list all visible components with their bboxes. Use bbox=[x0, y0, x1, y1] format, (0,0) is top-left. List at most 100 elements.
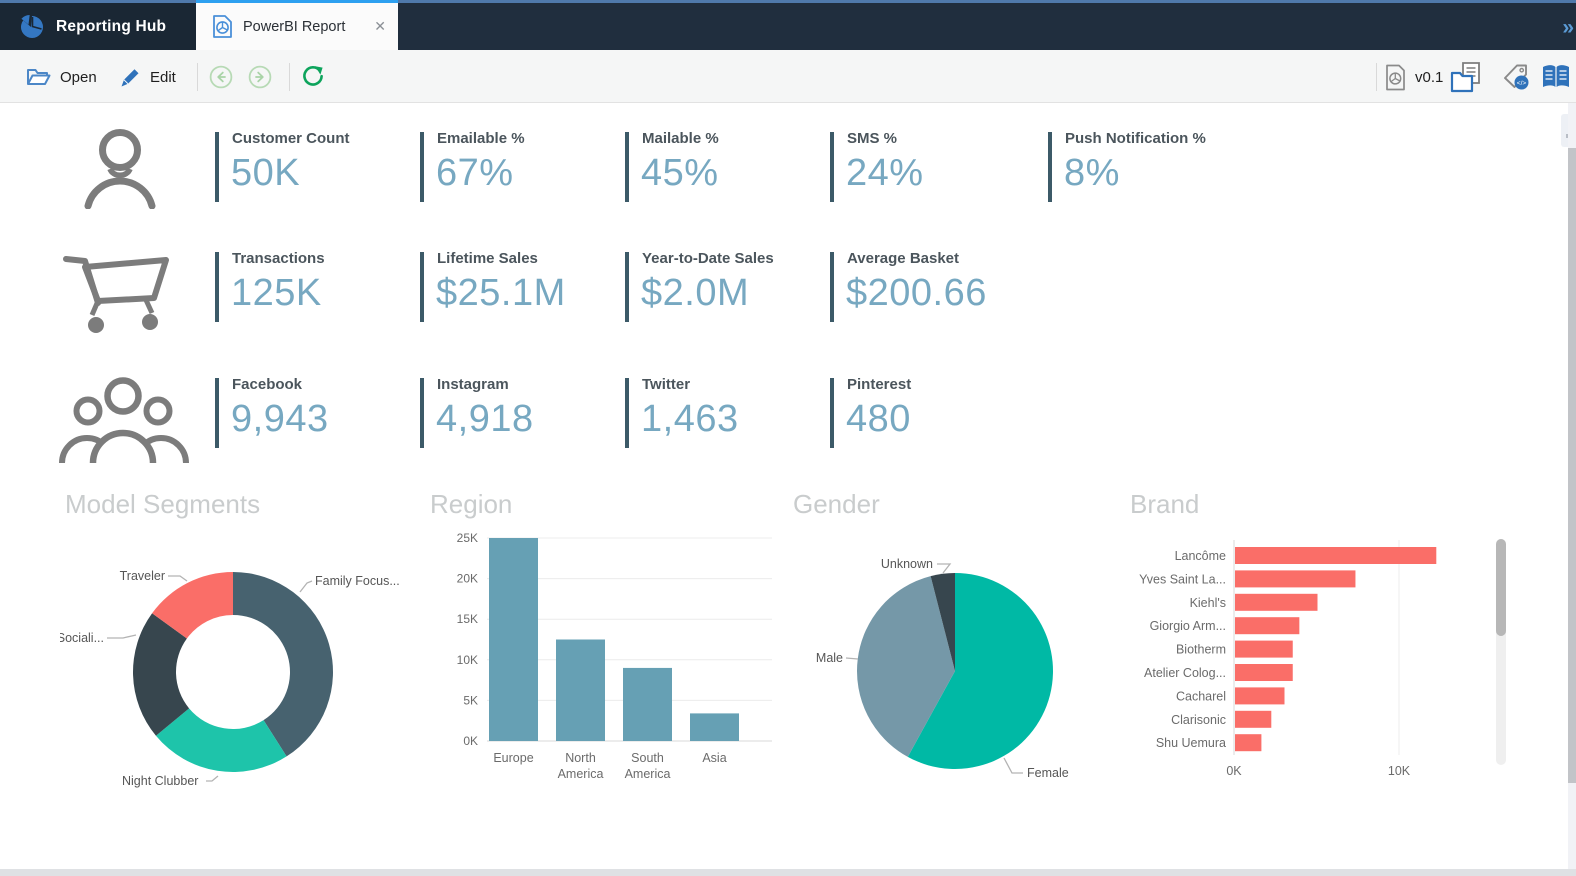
kpi-card-pinterest: Pinterest480 bbox=[830, 376, 1022, 450]
kpi-label: SMS % bbox=[847, 130, 897, 147]
bar-south-america[interactable] bbox=[623, 668, 672, 741]
kpi-value: 67% bbox=[436, 152, 514, 195]
report-canvas: Customer Count 50K Emailable % 67% Mailable … bbox=[0, 103, 1576, 869]
chart-brand: Brand0K10KLancômeYves Saint La...Kiehl's… bbox=[1125, 485, 1517, 820]
report-doc-icon bbox=[212, 14, 233, 39]
person-icon bbox=[82, 123, 158, 209]
kpi-accent-bar bbox=[1048, 132, 1052, 202]
app-window: Reporting Hub PowerBI Report ✕ » Open bbox=[0, 0, 1576, 876]
page-vertical-scrollbar-thumb[interactable] bbox=[1568, 148, 1576, 783]
x-category-label: North bbox=[565, 751, 596, 765]
kpi-value: 125K bbox=[231, 272, 322, 315]
kpi-accent-bar bbox=[625, 252, 629, 322]
refresh-button[interactable] bbox=[301, 60, 325, 94]
forward-button[interactable] bbox=[248, 60, 272, 94]
kpi-card-customer-count: Customer Count 50K bbox=[215, 130, 407, 204]
bar-atelier-colog[interactable] bbox=[1235, 664, 1293, 681]
y-category-label: Giorgio Arm... bbox=[1150, 619, 1226, 633]
refresh-icon bbox=[301, 65, 325, 89]
y-tick-label: 5K bbox=[463, 693, 478, 707]
open-label: Open bbox=[60, 69, 97, 86]
kpi-label: Average Basket bbox=[847, 250, 959, 267]
kpi-accent-bar bbox=[420, 252, 424, 322]
toolbar-separator bbox=[289, 63, 290, 91]
chart-model-segments: Model SegmentsFamily Focus...Night Clubb… bbox=[60, 485, 412, 820]
bar-yves-saint-la[interactable] bbox=[1235, 570, 1355, 587]
kpi-label: Customer Count bbox=[232, 130, 350, 147]
bar-giorgio-arm[interactable] bbox=[1235, 617, 1299, 634]
documentation-icon bbox=[1541, 64, 1571, 90]
forward-icon bbox=[248, 65, 272, 89]
chart-gender: GenderFemaleMaleUnknown bbox=[780, 485, 1112, 820]
open-button[interactable]: Open bbox=[26, 60, 97, 94]
open-folder-icon bbox=[26, 67, 51, 87]
chart-region: Region0K5K10K15K20K25KEuropeNorthAmerica… bbox=[425, 485, 785, 820]
bar-cacharel[interactable] bbox=[1235, 687, 1285, 704]
kpi-card-year-to-date-sales: Year-to-Date Sales$2.0M bbox=[625, 250, 817, 324]
tab-powerbi-report[interactable]: PowerBI Report ✕ bbox=[196, 0, 398, 50]
kpi-label: Transactions bbox=[232, 250, 325, 267]
page-horizontal-scrollbar[interactable] bbox=[0, 869, 1576, 876]
y-tick-label: 0K bbox=[463, 734, 478, 748]
back-icon bbox=[209, 65, 233, 89]
edit-pencil-icon bbox=[118, 66, 141, 89]
app-logo-icon bbox=[18, 14, 44, 40]
kpi-value: 50K bbox=[231, 152, 300, 195]
kpi-accent-bar bbox=[830, 378, 834, 448]
slice-label-night-clubber: Night Clubber bbox=[122, 774, 198, 788]
documentation-button[interactable] bbox=[1541, 60, 1571, 94]
x-tick-label: 0K bbox=[1226, 764, 1242, 778]
bar-europe[interactable] bbox=[489, 538, 538, 741]
edit-button[interactable]: Edit bbox=[118, 60, 176, 94]
kpi-card-emailable: Emailable % 67% bbox=[420, 130, 612, 204]
tab-label: PowerBI Report bbox=[243, 19, 364, 35]
kpi-label: Emailable % bbox=[437, 130, 525, 147]
kpi-value: 24% bbox=[846, 152, 924, 195]
x-category-label: Asia bbox=[702, 751, 726, 765]
back-button[interactable] bbox=[209, 60, 233, 94]
overflow-chevrons-icon[interactable]: » bbox=[1562, 17, 1574, 38]
kpi-label: Facebook bbox=[232, 376, 302, 393]
kpi-card-sms: SMS % 24% bbox=[830, 130, 1022, 204]
embed-code-button[interactable]: </> bbox=[1502, 60, 1532, 94]
y-category-label: Kiehl's bbox=[1190, 596, 1226, 610]
tab-close-icon[interactable]: ✕ bbox=[374, 18, 386, 35]
bar-north-america[interactable] bbox=[556, 640, 605, 742]
slice-label-traveler: Traveler bbox=[120, 569, 165, 583]
export-copy-button[interactable] bbox=[1450, 60, 1484, 94]
kpi-accent-bar bbox=[215, 252, 219, 322]
kpi-card-facebook: Facebook9,943 bbox=[215, 376, 407, 450]
y-tick-label: 10K bbox=[457, 653, 478, 667]
x-category-label: America bbox=[558, 767, 604, 781]
x-category-label: Europe bbox=[493, 751, 533, 765]
y-category-label: Yves Saint La... bbox=[1139, 572, 1226, 586]
bar-asia[interactable] bbox=[690, 713, 739, 741]
kpi-card-lifetime-sales: Lifetime Sales$25.1M bbox=[420, 250, 612, 324]
kpi-label: Year-to-Date Sales bbox=[642, 250, 774, 267]
people-group-icon bbox=[58, 371, 190, 463]
y-category-label: Atelier Colog... bbox=[1144, 666, 1226, 680]
bar-kiehl-s[interactable] bbox=[1235, 594, 1318, 611]
report-version-button[interactable]: v0.1 bbox=[1385, 60, 1443, 94]
slice-label-sociali: Sociali... bbox=[60, 631, 104, 645]
kpi-card-instagram: Instagram4,918 bbox=[420, 376, 612, 450]
kpi-value: 1,463 bbox=[641, 398, 739, 441]
slice-label-unknown: Unknown bbox=[881, 557, 933, 571]
bar-lanc-me[interactable] bbox=[1235, 547, 1436, 564]
svg-text:</>: </> bbox=[1517, 80, 1527, 87]
kpi-card-mailable: Mailable %45% bbox=[625, 130, 817, 204]
toolbar: Open Edit bbox=[0, 50, 1576, 103]
bar-shu-uemura[interactable] bbox=[1235, 734, 1261, 751]
app-home-button[interactable]: Reporting Hub bbox=[0, 3, 196, 50]
bar-biotherm[interactable] bbox=[1235, 641, 1293, 658]
y-tick-label: 15K bbox=[457, 612, 478, 626]
bar-clarisonic[interactable] bbox=[1235, 711, 1271, 728]
kpi-value: $200.66 bbox=[846, 272, 987, 315]
shopping-cart-icon bbox=[62, 243, 178, 339]
kpi-label: Twitter bbox=[642, 376, 690, 393]
x-tick-label: 10K bbox=[1388, 764, 1411, 778]
brand-chart-scrollbar-thumb[interactable] bbox=[1496, 539, 1506, 636]
kpi-card-average-basket: Average Basket $200.66 bbox=[830, 250, 1022, 324]
y-category-label: Lancôme bbox=[1175, 549, 1226, 563]
export-copy-icon bbox=[1450, 61, 1484, 93]
